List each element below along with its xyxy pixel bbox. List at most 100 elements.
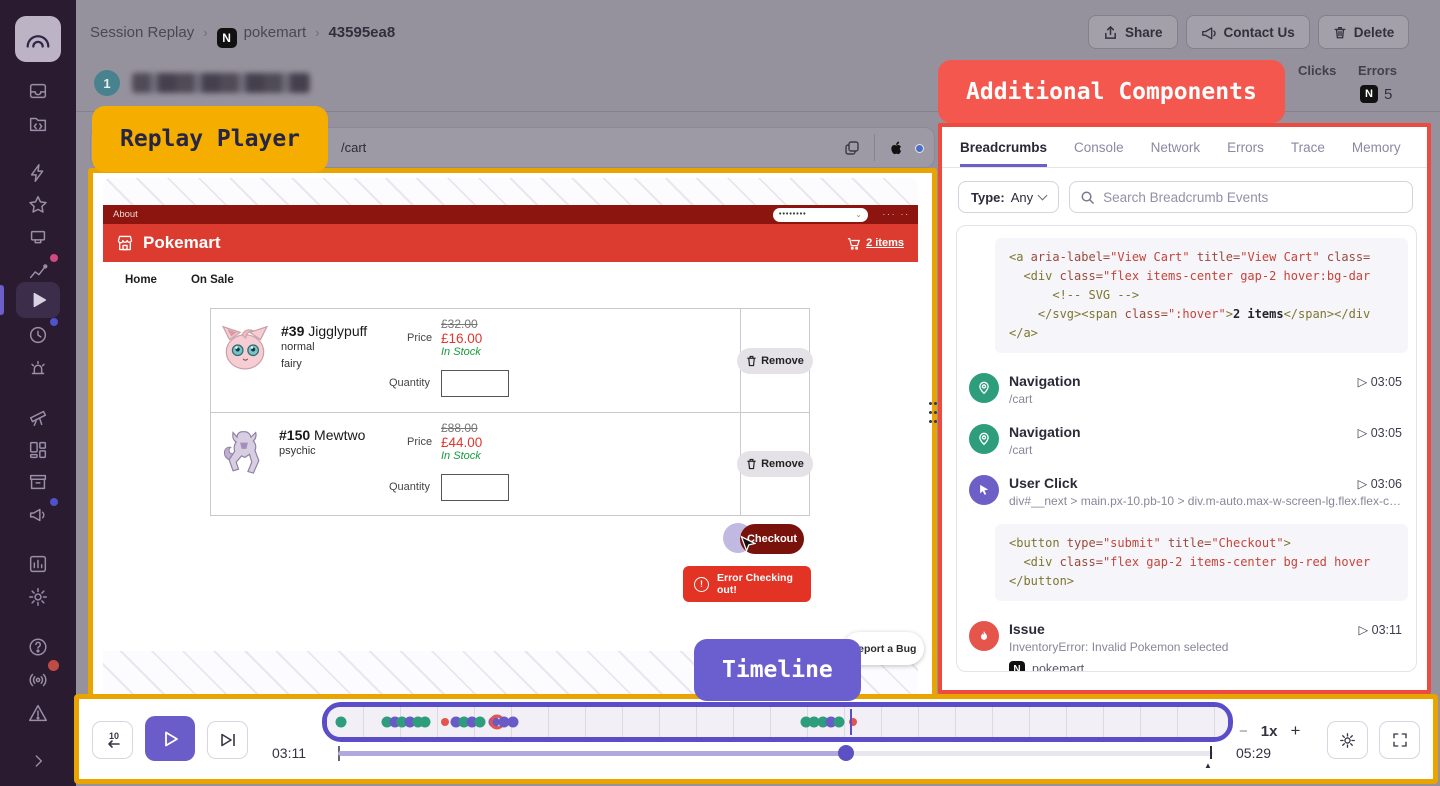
current-time-label: 03:11 <box>272 745 306 761</box>
breadcrumb: Session Replay›Npokemart›43595ea8 <box>90 24 395 48</box>
delete-button[interactable]: Delete <box>1318 15 1410 49</box>
starred-icon[interactable] <box>17 190 59 220</box>
projects-icon[interactable] <box>17 109 59 139</box>
storefront-icon <box>115 234 135 252</box>
minimap-event-dot <box>475 717 486 728</box>
quickstart-icon[interactable] <box>17 158 59 188</box>
breadcrumb-event-navigation[interactable]: Navigation▷ 03:05/cart <box>957 414 1416 465</box>
quantity-input <box>441 370 509 397</box>
type-filter-dropdown[interactable]: Type:Any <box>958 181 1059 213</box>
minimap-event-dot <box>833 717 844 728</box>
releases-icon[interactable] <box>17 467 59 497</box>
replay-store-nav: Home On Sale <box>125 274 234 286</box>
remove-item-button: Remove <box>737 451 813 477</box>
item-type: psychic <box>279 443 365 460</box>
fire-issue-icon <box>969 621 999 651</box>
apple-safari-icon <box>888 139 904 156</box>
breadcrumb-session-replay[interactable]: Session Replay <box>90 24 194 41</box>
skip-to-end-button[interactable] <box>207 721 248 759</box>
replay-current-url: /cart <box>341 140 366 155</box>
help-icon[interactable] <box>17 632 59 662</box>
dashboards-icon[interactable] <box>17 435 59 465</box>
speed-decrease-button[interactable]: − <box>1239 723 1248 740</box>
item-old-price: £32.00 <box>441 317 482 331</box>
timeline-minimap[interactable] <box>322 702 1233 742</box>
nav-home: Home <box>125 274 157 286</box>
tab-ta[interactable]: Ta <box>1428 140 1431 167</box>
fullscreen-button[interactable] <box>1379 721 1420 759</box>
speed-controls: − 1x + <box>1239 721 1300 741</box>
clicks-stat-label: Clicks <box>1298 63 1336 78</box>
tab-console[interactable]: Console <box>1074 140 1124 167</box>
discover-icon[interactable] <box>17 402 59 432</box>
breadcrumb-event-list: <a aria-label="View Cart" title="View Ca… <box>956 225 1417 672</box>
speed-increase-button[interactable]: + <box>1290 721 1300 741</box>
quantity-label: Quantity <box>389 377 430 389</box>
event-timestamp[interactable]: ▷ 03:11 <box>1359 622 1402 637</box>
mewtwo-image <box>219 423 269 481</box>
tab-trace[interactable]: Trace <box>1291 140 1325 167</box>
minimap-event-dot <box>507 717 518 728</box>
breadcrumb-event-issue[interactable]: Issue▷ 03:11InventoryError: Invalid Poke… <box>957 611 1416 672</box>
scrubber-handle[interactable] <box>838 745 854 761</box>
tab-errors[interactable]: Errors <box>1227 140 1264 167</box>
minimap-track[interactable] <box>327 707 1228 737</box>
event-subtitle: InventoryError: Invalid Pokemon selected <box>1009 640 1402 654</box>
copy-url-icon[interactable] <box>843 139 861 157</box>
item-stock-status: In Stock <box>441 450 482 462</box>
price-label: Price <box>407 332 432 344</box>
breadcrumb-separator: › <box>194 25 216 40</box>
price-label: Price <box>407 436 432 448</box>
event-timestamp[interactable]: ▷ 03:06 <box>1358 476 1402 491</box>
chevron-down-icon <box>1038 191 1048 201</box>
cart-row-jigglypuff: #39 Jigglypuff normal fairy Price £32.00… <box>211 309 809 412</box>
speed-value: 1x <box>1261 723 1278 740</box>
cart-row-mewtwo: #150 Mewtwo psychic Price £88.00 £44.00 … <box>211 412 809 515</box>
event-timestamp[interactable]: ▷ 03:05 <box>1358 425 1402 440</box>
scrubber-progress <box>338 751 846 756</box>
alerts-icon[interactable] <box>17 353 59 383</box>
replay-player: About ••••••••⌄ ··· ·· Pokemart 2 items … <box>88 168 937 699</box>
event-subtitle: /cart <box>1009 392 1402 406</box>
seek-scrubber[interactable]: ▲ <box>338 751 1213 756</box>
minimap-playhead[interactable] <box>850 709 852 735</box>
errors-stat-label: Errors <box>1358 63 1397 78</box>
contact-us-button[interactable]: Contact Us <box>1186 15 1310 49</box>
stats-icon[interactable] <box>17 549 59 579</box>
breadcrumb-project[interactable]: pokemart <box>244 24 307 41</box>
item-type: normal <box>281 339 367 356</box>
search-input[interactable] <box>1103 190 1402 205</box>
errors-stat-value[interactable]: N 5 <box>1360 85 1392 103</box>
issues-icon[interactable] <box>17 76 59 106</box>
html-snippet-code-block: <a aria-label="View Cart" title="View Ca… <box>995 238 1408 353</box>
share-button[interactable]: Share <box>1088 15 1178 49</box>
nextjs-project-icon: N <box>1360 85 1378 103</box>
replays-icon[interactable] <box>17 285 59 315</box>
url-bar-divider <box>874 134 875 161</box>
projector-icon[interactable] <box>17 223 59 253</box>
breadcrumb-event-click[interactable]: User Click▷ 03:06div#__next > main.px-10… <box>957 465 1416 516</box>
replay-bottom-bar: 10 03:11 − 1x + 05:29 ▲ <box>74 694 1438 784</box>
sentry-logo[interactable] <box>15 16 61 62</box>
event-timestamp[interactable]: ▷ 03:05 <box>1358 374 1402 389</box>
tab-network[interactable]: Network <box>1151 140 1201 167</box>
event-title: Navigation <box>1009 373 1081 389</box>
incidents-icon[interactable] <box>17 698 59 728</box>
annotation-timeline: Timeline <box>694 639 861 701</box>
trash-icon <box>746 458 757 470</box>
tab-memory[interactable]: Memory <box>1352 140 1401 167</box>
rewind-10-button[interactable]: 10 <box>92 721 133 759</box>
settings-icon[interactable] <box>17 582 59 612</box>
session-index-avatar: 1 <box>94 70 120 96</box>
breadcrumb-search[interactable] <box>1069 181 1413 213</box>
collapse-sidebar-icon[interactable] <box>17 746 59 776</box>
panel-resize-handle[interactable] <box>928 399 938 425</box>
play-button[interactable] <box>145 716 195 761</box>
item-price: £16.00 <box>441 331 482 346</box>
breadcrumb-separator: › <box>306 25 328 40</box>
item-old-price: £88.00 <box>441 421 482 435</box>
replay-about-link: About <box>113 209 138 220</box>
breadcrumb-event-navigation[interactable]: Navigation ▷ 03:05/cart <box>957 363 1416 414</box>
player-settings-button[interactable] <box>1327 721 1368 759</box>
tab-breadcrumbs[interactable]: Breadcrumbs <box>960 140 1047 167</box>
